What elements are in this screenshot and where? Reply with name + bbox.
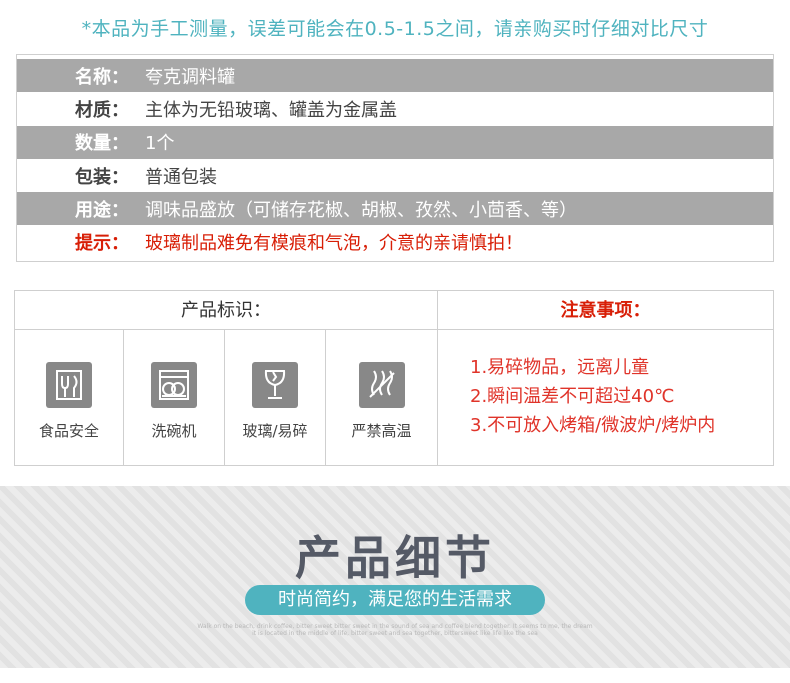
spec-key: 数量： [75, 133, 129, 155]
banner-title: 产品细节 [295, 531, 495, 585]
spec-key: 提示： [75, 233, 129, 255]
notice-header: 注意事项： [438, 291, 773, 330]
product-marks-panel: 产品标识： 注意事项： 食品安全 洗碗机 玻璃/易碎 严禁高温 1.易碎物品，远… [14, 290, 774, 466]
notice-item: 1.易碎物品，远离儿童 [470, 357, 650, 378]
spec-row-tip: 提示： 玻璃制品难免有模痕和气泡，介意的亲请慎拍！ [17, 225, 773, 259]
spec-value: 调味品盛放（可储存花椒、胡椒、孜然、小茴香、等） [145, 199, 577, 221]
spec-key: 用途： [75, 199, 129, 221]
spec-table: 名称： 夸克调料罐 材质： 主体为无铅玻璃、罐盖为金属盖 数量： 1个 包装： … [16, 54, 774, 262]
mark-no-high-temp: 严禁高温 [326, 330, 438, 465]
spec-value: 1个 [145, 133, 175, 155]
notice-item: 2.瞬间温差不可超过40℃ [470, 386, 675, 407]
notice-item: 3.不可放入烤箱/微波炉/烤炉内 [470, 415, 716, 436]
spec-row-name: 名称： 夸克调料罐 [17, 59, 773, 93]
spec-row-quantity: 数量： 1个 [17, 125, 773, 159]
mark-label: 食品安全 [38, 422, 99, 440]
no-high-temp-icon [358, 362, 405, 408]
notice-list: 1.易碎物品，远离儿童 2.瞬间温差不可超过40℃ 3.不可放入烤箱/微波炉/烤… [470, 353, 715, 440]
spec-value: 夸克调料罐 [145, 66, 235, 88]
mark-label: 洗碗机 [151, 422, 197, 440]
spec-key: 名称： [75, 66, 129, 88]
spec-value: 普通包装 [145, 166, 217, 188]
spec-value: 主体为无铅玻璃、罐盖为金属盖 [145, 99, 397, 121]
mark-label: 严禁高温 [351, 422, 412, 440]
banner-subtitle: 时尚简约，满足您的生活需求 [245, 585, 545, 615]
glass-fragile-icon [252, 362, 298, 408]
measurement-note: *本品为手工测量，误差可能会在0.5-1.5之间，请亲购买时仔细对比尺寸 [81, 18, 709, 40]
mark-label: 玻璃/易碎 [242, 422, 308, 440]
detail-banner: 产品细节 时尚简约，满足您的生活需求 Walk on the beach, dr… [0, 486, 790, 668]
dishwasher-icon [151, 362, 197, 408]
food-safe-icon [46, 362, 92, 408]
product-marks-header: 产品标识： [15, 291, 438, 330]
spec-row-usage: 用途： 调味品盛放（可储存花椒、胡椒、孜然、小茴香、等） [17, 192, 773, 226]
spec-key: 材质： [75, 99, 129, 121]
spec-key: 包装： [75, 166, 129, 188]
spec-row-packaging: 包装： 普通包装 [17, 158, 773, 193]
banner-fine-print: Walk on the beach, drink coffee, bitter … [197, 623, 593, 637]
mark-dishwasher: 洗碗机 [124, 330, 225, 465]
mark-food-safe: 食品安全 [15, 330, 124, 465]
mark-glass-fragile: 玻璃/易碎 [225, 330, 326, 465]
spec-value: 玻璃制品难免有模痕和气泡，介意的亲请慎拍！ [145, 233, 523, 255]
spec-row-material: 材质： 主体为无铅玻璃、罐盖为金属盖 [17, 92, 773, 126]
